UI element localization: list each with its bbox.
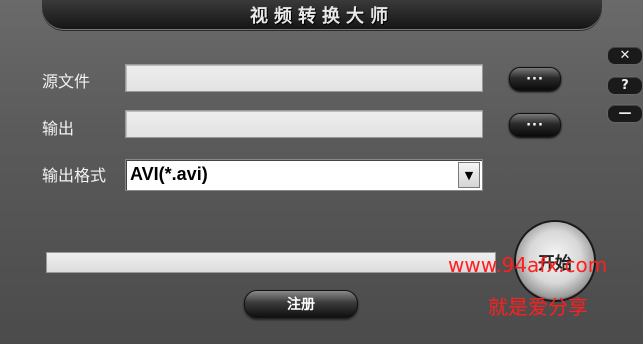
- output-label: 输出: [42, 119, 75, 138]
- output-format-value: AVI(*.avi): [130, 164, 208, 184]
- register-label: 注册: [287, 297, 315, 313]
- output-input[interactable]: [125, 110, 483, 138]
- watermark-slogan: 就是爱分享: [488, 295, 588, 319]
- watermark-url: www.94afx.com: [448, 253, 608, 277]
- title-bar[interactable]: 视频转换大师: [42, 0, 602, 30]
- source-browse-button[interactable]: ···: [509, 67, 561, 91]
- output-format-select[interactable]: AVI(*.avi) ▼: [125, 159, 483, 191]
- source-file-label: 源文件: [42, 72, 91, 91]
- ellipsis-icon: ···: [526, 71, 544, 87]
- conversion-progress-bar: [46, 252, 496, 273]
- output-browse-button[interactable]: ···: [509, 113, 561, 137]
- window-title: 视频转换大师: [250, 6, 394, 27]
- source-file-input[interactable]: [125, 64, 483, 92]
- ellipsis-icon: ···: [526, 117, 544, 133]
- help-button[interactable]: ?: [607, 76, 643, 95]
- close-icon: ✕: [619, 48, 631, 63]
- help-icon: ?: [621, 78, 629, 93]
- dropdown-arrow-icon[interactable]: ▼: [458, 162, 480, 188]
- minimize-button[interactable]: —: [607, 104, 643, 123]
- output-format-label: 输出格式: [42, 166, 107, 185]
- minimize-icon: —: [618, 106, 632, 121]
- close-button[interactable]: ✕: [607, 46, 643, 65]
- register-button[interactable]: 注册: [244, 290, 358, 318]
